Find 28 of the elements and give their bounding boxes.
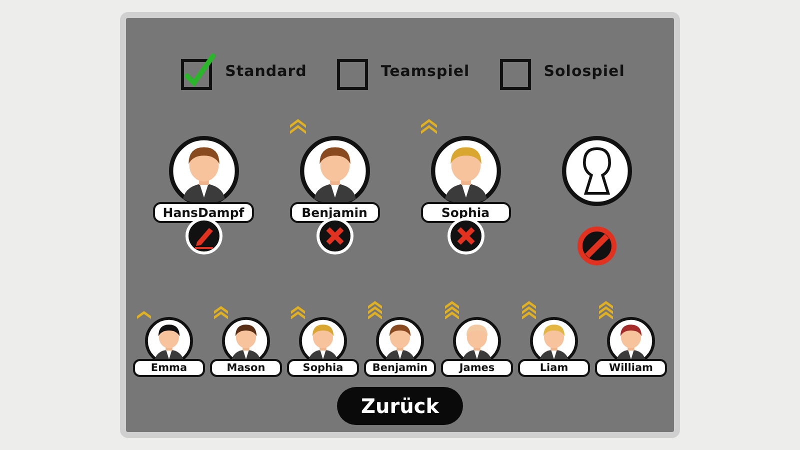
- rank-chevron-icon: [290, 119, 306, 134]
- player-name[interactable]: Mason: [210, 359, 282, 377]
- player-name: Benjamin: [290, 202, 380, 223]
- keyhole-icon: [562, 136, 632, 206]
- remove-button[interactable]: [446, 217, 484, 255]
- player-name[interactable]: James: [441, 359, 513, 377]
- checkbox[interactable]: [181, 52, 218, 90]
- mode-label: Solospiel: [544, 62, 625, 80]
- player-name: HansDampf: [152, 202, 254, 223]
- player-name: Sophia: [420, 202, 510, 223]
- rank-chevron-icon: [214, 306, 228, 319]
- player-name[interactable]: Liam: [518, 359, 590, 377]
- rank-chevron-icon: [368, 300, 382, 319]
- rank-chevron-icon: [420, 119, 436, 134]
- player-name[interactable]: Benjamin: [364, 359, 436, 377]
- rank-chevron-icon: [291, 306, 305, 319]
- player-name[interactable]: Emma: [133, 359, 205, 377]
- back-button[interactable]: Zurück: [337, 387, 463, 425]
- player-name[interactable]: Sophia: [287, 359, 359, 377]
- player-name[interactable]: William: [595, 359, 667, 377]
- mode-label: Standard: [225, 62, 307, 80]
- blocked-icon: [576, 226, 616, 266]
- rank-chevron-icon: [522, 300, 536, 319]
- mode-label: Teamspiel: [380, 62, 470, 80]
- rank-chevron-icon: [599, 300, 613, 319]
- remove-button[interactable]: [316, 217, 354, 255]
- rank-chevron-icon: [137, 311, 151, 319]
- rank-chevron-icon: [445, 300, 459, 319]
